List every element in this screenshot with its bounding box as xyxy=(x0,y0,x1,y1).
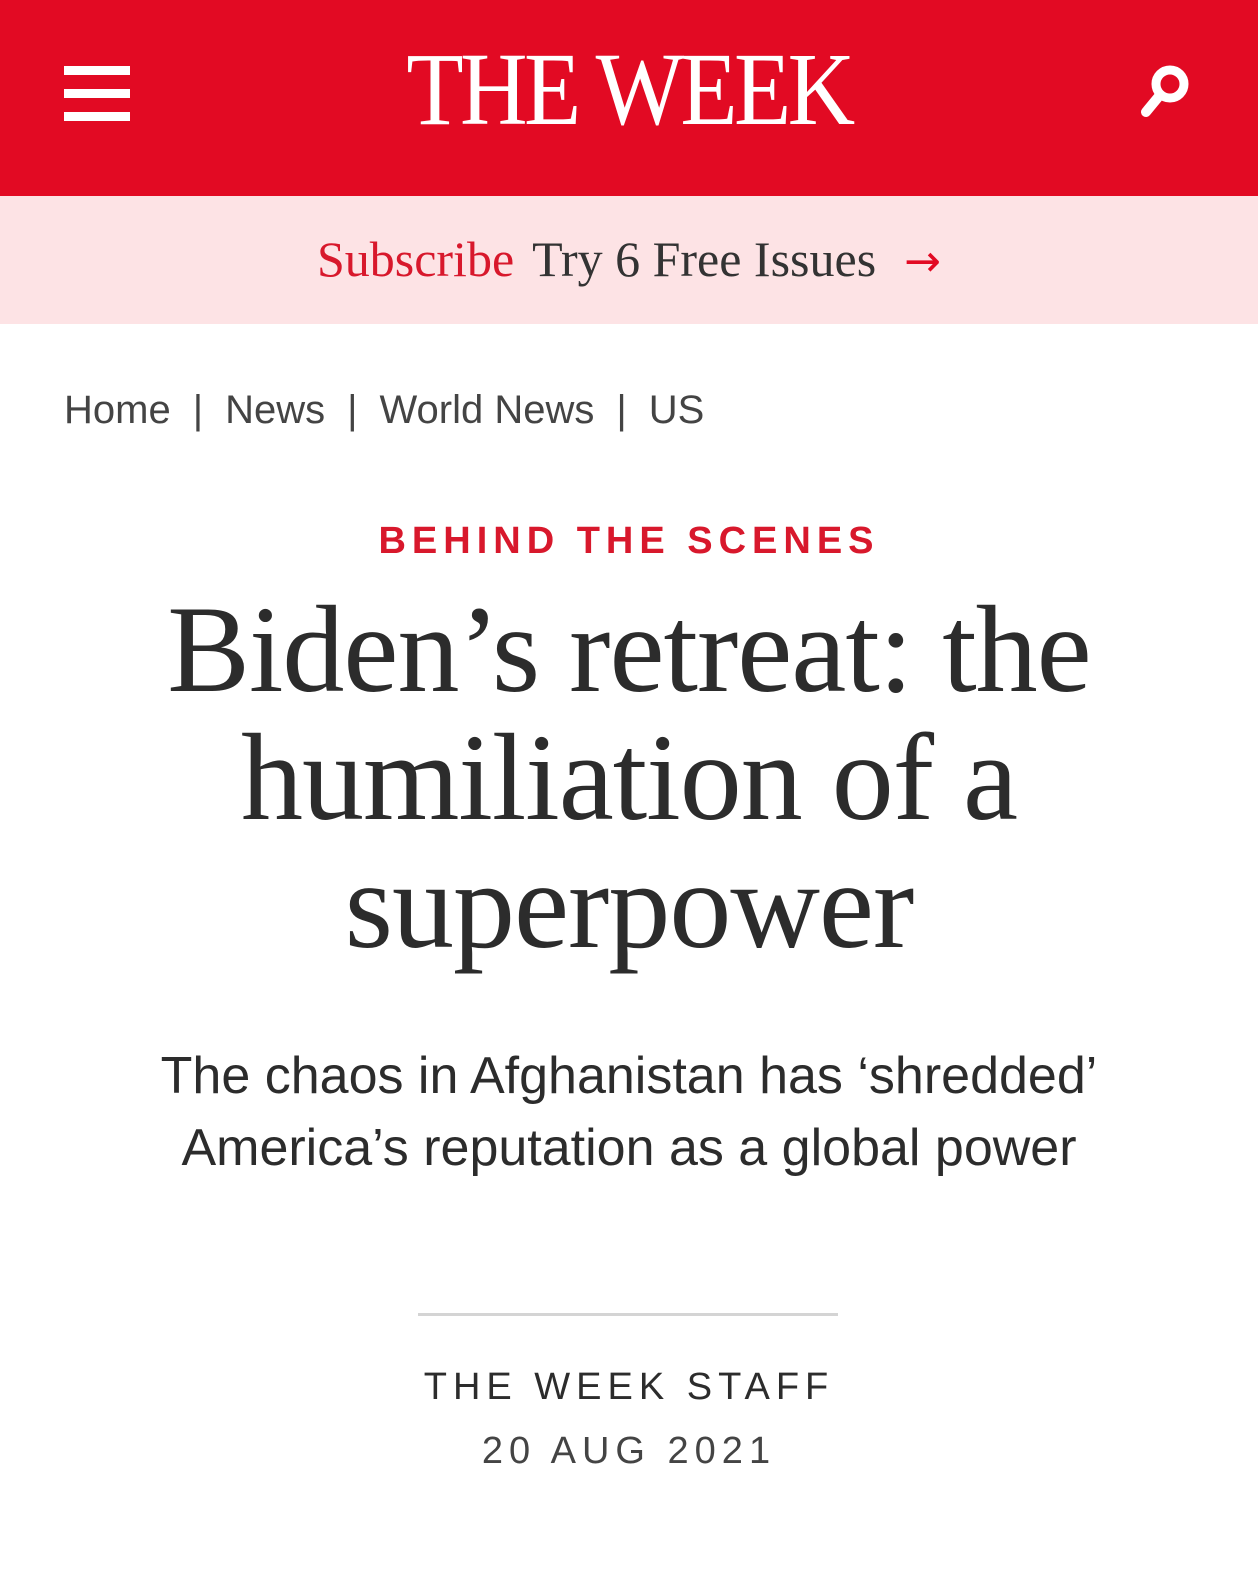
publish-date: 20 AUG 2021 xyxy=(481,1430,777,1472)
breadcrumb-separator: | xyxy=(347,388,358,432)
site-header: THE WEEK xyxy=(0,0,1258,196)
article-standfirst: The chaos in Afghanistan has ‘shredded’ … xyxy=(160,1047,1098,1177)
breadcrumb-separator: | xyxy=(192,388,204,432)
article-byline: THE WEEK STAFF xyxy=(0,1364,1258,1410)
article-kicker[interactable]: BEHIND THE SCENES xyxy=(0,518,1258,564)
breadcrumb-world-news[interactable]: World News xyxy=(380,388,595,432)
search-icon[interactable] xyxy=(1138,62,1194,122)
subscribe-banner[interactable]: Subscribe Try 6 Free Issues → xyxy=(0,196,1258,324)
article-headline: Biden’s retreat: the humiliation of a su… xyxy=(167,581,1091,974)
byline-divider xyxy=(418,1313,838,1316)
subscribe-label: Subscribe xyxy=(316,231,515,287)
subscribe-offer: Try 6 Free Issues xyxy=(532,231,877,287)
breadcrumb-us[interactable]: US xyxy=(649,388,705,432)
author-link[interactable]: THE WEEK STAFF xyxy=(424,1366,835,1408)
breadcrumb-separator: | xyxy=(616,388,627,432)
subscribe-cta[interactable]: Subscribe Try 6 Free Issues → xyxy=(0,226,1258,295)
breadcrumb-home[interactable]: Home xyxy=(64,388,171,432)
arrow-right-icon: → xyxy=(904,236,942,287)
breadcrumb-news[interactable]: News xyxy=(225,388,325,432)
search-icon-glyph xyxy=(1141,65,1189,117)
breadcrumb: Home | News | World News | US xyxy=(64,386,704,434)
site-logo[interactable]: THE WEEK xyxy=(63,34,1195,146)
